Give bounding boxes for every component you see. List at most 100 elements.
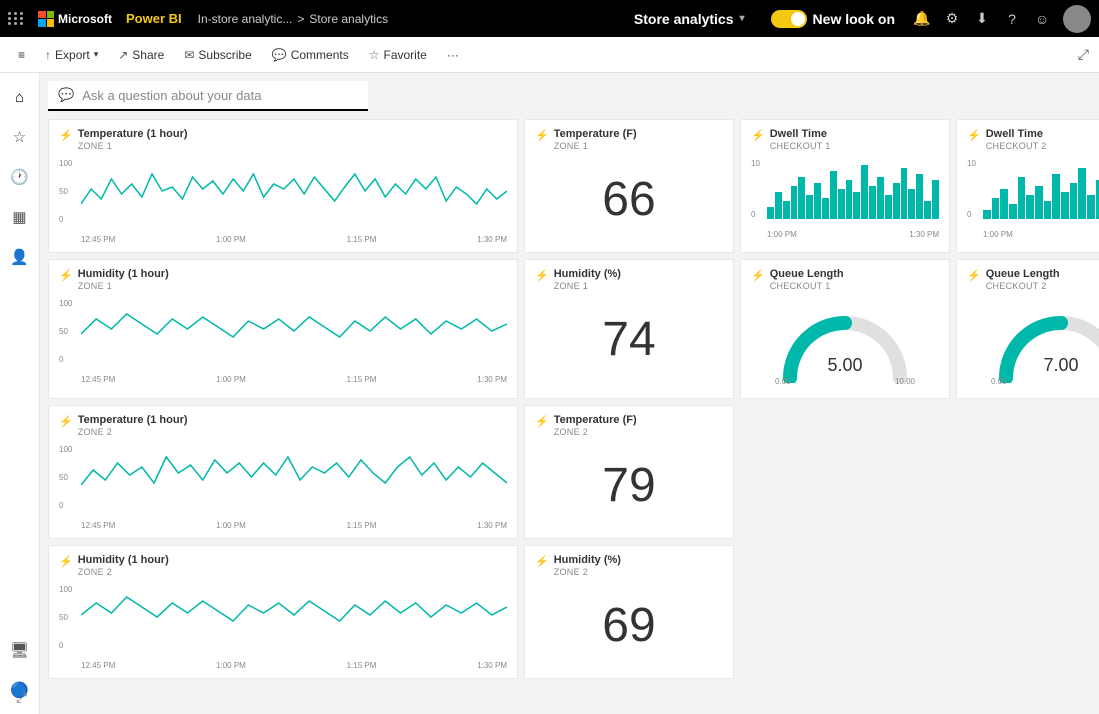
gauge-labels: 0.00 10.00 (775, 377, 915, 386)
lightning-icon: ⚡ (535, 129, 549, 142)
card-subtitle: ZONE 2 (78, 567, 169, 577)
card-title: Queue Length (986, 268, 1060, 280)
gauge-value: 7.00 (1043, 355, 1078, 375)
breadcrumb-part1[interactable]: In-store analytic... (198, 12, 293, 26)
breadcrumb: In-store analytic... > Store analytics (198, 12, 388, 26)
card-title: Temperature (F) (554, 414, 637, 426)
card-subtitle: CHECKOUT 1 (770, 281, 844, 291)
chart-svg-area (81, 159, 507, 224)
empty-cell-3 (740, 545, 950, 679)
x-label-2: 1:15 PM (347, 235, 377, 244)
dashboard-grid: ⚡ Temperature (1 hour) ZONE 1 100 50 0 (48, 119, 1091, 679)
chevron-down-icon[interactable]: ▾ (740, 13, 745, 24)
gauge-min: 0.00 (991, 377, 1007, 386)
settings-icon[interactable]: ⚙ (943, 10, 961, 28)
card-subtitle: CHECKOUT 1 (770, 141, 831, 151)
menu-icon: ≡ (18, 48, 25, 62)
chart-svg-area (81, 585, 507, 650)
lightning-icon: ⚡ (967, 269, 981, 282)
help-icon[interactable]: ? (1003, 10, 1021, 28)
card-temp1h-z1: ⚡ Temperature (1 hour) ZONE 1 100 50 0 (48, 119, 518, 253)
expand-button[interactable]: ⤢ (1078, 46, 1089, 63)
export-button[interactable]: ↑ Export ▾ (37, 44, 106, 66)
bar-chart: 10 0 (751, 159, 939, 239)
sidebar-item-recent[interactable]: 🕐 (4, 161, 36, 193)
download-icon[interactable]: ⬇ (973, 10, 991, 28)
nav-icon-group: 🔔 ⚙ ⬇ ? ☺ (913, 5, 1091, 33)
bar-y-max: 10 (967, 159, 976, 168)
line-chart: 100 50 0 12:45 PM 1:00 PM 1:15 (59, 159, 507, 244)
x-axis: 12:45 PM 1:00 PM 1:15 PM 1:30 PM (81, 661, 507, 670)
card-title: Humidity (%) (554, 554, 621, 566)
gauge: 5.00 0.00 10.00 (751, 299, 939, 390)
big-number: 66 (535, 159, 723, 239)
gauge-min: 0.00 (775, 377, 791, 386)
x-axis: 12:45 PM 1:00 PM 1:15 PM 1:30 PM (81, 235, 507, 244)
subscribe-icon: ✉ (184, 48, 194, 62)
qa-search-bar[interactable]: 💬 Ask a question about your data (48, 81, 368, 111)
avatar[interactable] (1063, 5, 1091, 33)
card-title: Dwell Time (986, 128, 1047, 140)
line-chart: 100 50 0 12:45 PM 1:00 PM 1:15 (59, 585, 507, 670)
big-number: 69 (535, 585, 723, 665)
x-label-1: 1:00 PM (216, 235, 246, 244)
favorite-button[interactable]: ☆ Favorite (361, 44, 435, 66)
gauge-value: 5.00 (827, 355, 862, 375)
x-label-3: 1:30 PM (477, 235, 507, 244)
subscribe-button[interactable]: ✉ Subscribe (176, 44, 259, 66)
y-max: 100 (59, 159, 72, 168)
app-grid-icon[interactable] (8, 12, 24, 25)
notifications-icon[interactable]: 🔔 (913, 10, 931, 28)
lightning-icon: ⚡ (59, 269, 73, 282)
lightning-icon: ⚡ (751, 269, 765, 282)
toolbar: ≡ ↑ Export ▾ ↗ Share ✉ Subscribe 💬 Comme… (0, 37, 1099, 73)
big-number: 79 (535, 445, 723, 525)
gauge-svg: 5.00 (775, 303, 915, 383)
chart-svg-area (81, 445, 507, 510)
feedback-icon[interactable]: ☺ (1033, 10, 1051, 28)
bar-y-max: 10 (751, 159, 760, 168)
y-axis: 100 50 0 (59, 159, 72, 224)
bar-x-1: 1:30 PM (909, 230, 939, 239)
card-title: Temperature (F) (554, 128, 637, 140)
lightning-icon: ⚡ (967, 129, 981, 142)
bar-y-min: 0 (751, 210, 760, 219)
content-area: 💬 Ask a question about your data ⚡ Tempe… (40, 73, 1099, 714)
qa-placeholder: Ask a question about your data (82, 88, 261, 103)
card-subtitle: ZONE 1 (554, 281, 621, 291)
line-chart: 100 50 0 12:45 PM 1:00 PM 1:15 (59, 445, 507, 530)
share-button[interactable]: ↗ Share (110, 44, 172, 66)
lightning-icon: ⚡ (535, 269, 549, 282)
card-subtitle: ZONE 1 (554, 141, 637, 151)
hamburger-button[interactable]: ≡ (10, 44, 33, 66)
new-look-toggle[interactable] (771, 10, 807, 28)
sidebar-item-apps[interactable]: ▦ (4, 201, 36, 233)
lightning-icon: ⚡ (59, 555, 73, 568)
microsoft-text: Microsoft (58, 12, 112, 26)
y-axis: 100 50 0 (59, 585, 72, 650)
sidebar-item-favorites[interactable]: ☆ (4, 121, 36, 153)
card-title: Temperature (1 hour) (78, 414, 188, 426)
card-subtitle: ZONE 2 (554, 567, 621, 577)
breadcrumb-part2[interactable]: Store analytics (309, 12, 388, 26)
gauge-max: 10.00 (895, 377, 915, 386)
lightning-icon: ⚡ (751, 129, 765, 142)
favorite-label: Favorite (384, 48, 427, 62)
more-button[interactable]: ··· (439, 44, 467, 66)
sidebar-item-home[interactable]: ⌂ (4, 81, 36, 113)
favorite-icon: ☆ (369, 48, 380, 62)
sidebar-item-workspaces[interactable]: 🖥 (4, 634, 36, 666)
comments-button[interactable]: 💬 Comments (264, 44, 357, 66)
card-title: Dwell Time (770, 128, 831, 140)
card-hum1h-z2: ⚡ Humidity (1 hour) ZONE 2 100 50 0 (48, 545, 518, 679)
row-2: ⚡ Humidity (1 hour) ZONE 1 100 50 0 (48, 259, 1091, 399)
card-subtitle: CHECKOUT 2 (986, 281, 1060, 291)
sidebar-item-shared[interactable]: 👤 (4, 241, 36, 273)
export-icon: ↑ (45, 48, 51, 62)
export-label: Export (55, 48, 90, 62)
card-title: Queue Length (770, 268, 844, 280)
bar-x-0: 1:00 PM (767, 230, 797, 239)
lightning-icon: ⚡ (535, 555, 549, 568)
empty-cell-1 (740, 405, 950, 539)
main-layout: ⌂ ☆ 🕐 ▦ 👤 🖥 🔵 💬 Ask a question about you… (0, 73, 1099, 714)
